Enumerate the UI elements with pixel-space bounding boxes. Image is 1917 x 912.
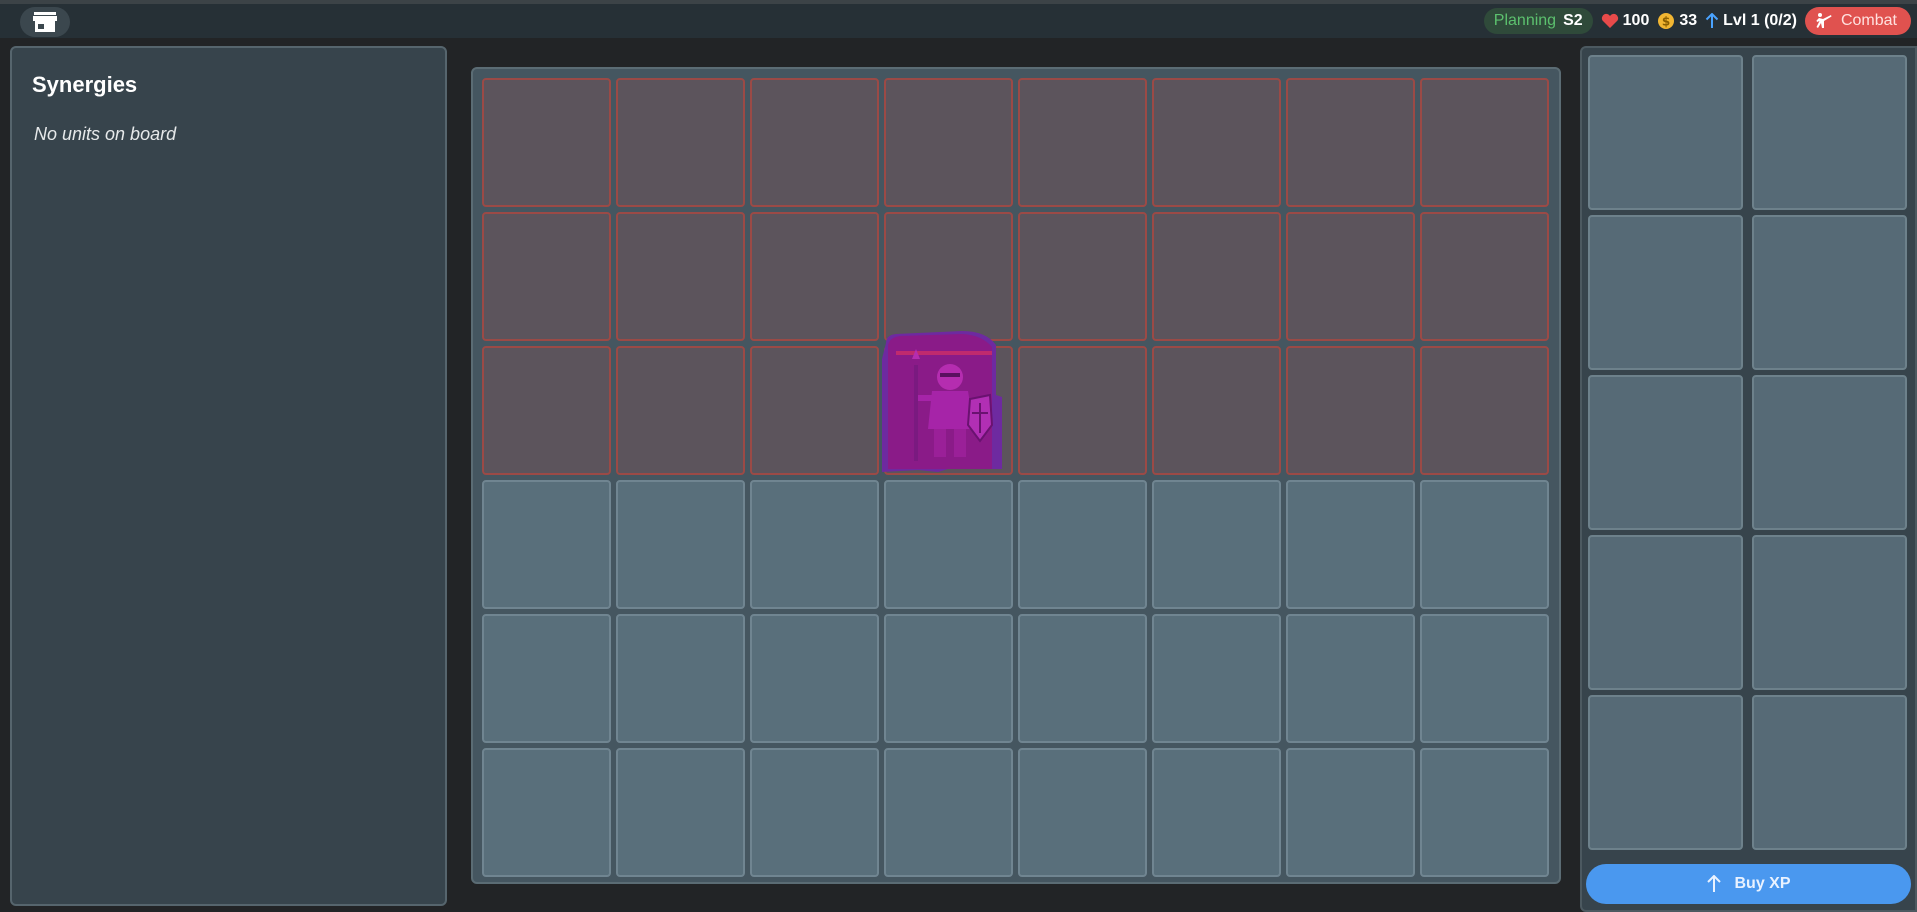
- enemy-cell[interactable]: [1152, 78, 1281, 207]
- ally-cell[interactable]: [1286, 480, 1415, 609]
- enemy-cell[interactable]: [1286, 212, 1415, 341]
- coin-icon: $: [1658, 13, 1675, 29]
- bench-slot[interactable]: [1588, 215, 1743, 370]
- enemy-cell[interactable]: [1018, 78, 1147, 207]
- status-bar: Planning S2 100 $ 33 Lvl 1 (0/2) Combat: [1483, 7, 1911, 35]
- fighter-icon: [1816, 13, 1832, 28]
- ally-cell[interactable]: [482, 614, 611, 743]
- ally-cell[interactable]: [1018, 748, 1147, 877]
- ally-cell[interactable]: [482, 748, 611, 877]
- ally-cell[interactable]: [1286, 614, 1415, 743]
- ally-cell[interactable]: [1018, 480, 1147, 609]
- bench-slot[interactable]: [1588, 55, 1743, 210]
- enemy-cell[interactable]: [1152, 212, 1281, 341]
- enemy-cell[interactable]: [482, 78, 611, 207]
- enemy-cell[interactable]: [884, 212, 1013, 341]
- enemy-cell[interactable]: [616, 346, 745, 475]
- svg-text:$: $: [1662, 15, 1670, 29]
- ally-cell[interactable]: [1420, 614, 1549, 743]
- bench-slot[interactable]: [1588, 535, 1743, 690]
- enemy-cell[interactable]: [482, 346, 611, 475]
- enemy-cell[interactable]: [1152, 346, 1281, 475]
- ally-cell[interactable]: [1152, 480, 1281, 609]
- combat-button[interactable]: Combat: [1804, 7, 1911, 35]
- enemy-cell[interactable]: [616, 78, 745, 207]
- store-icon: [33, 12, 57, 32]
- enemy-cell[interactable]: [1286, 78, 1415, 207]
- heart-icon: [1601, 13, 1618, 28]
- ally-cell[interactable]: [1018, 614, 1147, 743]
- ally-cell[interactable]: [1420, 480, 1549, 609]
- ally-cell[interactable]: [1152, 614, 1281, 743]
- combat-label: Combat: [1840, 12, 1897, 29]
- bench-slot[interactable]: [1752, 215, 1907, 370]
- synergies-panel: Synergies No units on board: [10, 46, 447, 906]
- enemy-cell[interactable]: [482, 212, 611, 341]
- stage-label: S2: [1563, 12, 1583, 29]
- ally-cell[interactable]: [1286, 748, 1415, 877]
- synergies-title: Synergies: [32, 72, 138, 97]
- enemy-cell[interactable]: [750, 78, 879, 207]
- level-stat: Lvl 1 (0/2): [1705, 12, 1797, 30]
- ally-cell[interactable]: [750, 614, 879, 743]
- ally-cell[interactable]: [616, 614, 745, 743]
- enemy-cell[interactable]: [1018, 346, 1147, 475]
- ally-cell[interactable]: [616, 480, 745, 609]
- gold-stat: $ 33: [1657, 12, 1697, 30]
- ally-cell[interactable]: [884, 748, 1013, 877]
- bench-slot[interactable]: [1752, 535, 1907, 690]
- synergies-empty-text: No units on board: [34, 124, 177, 144]
- enemy-cell[interactable]: [1420, 212, 1549, 341]
- knight-unit[interactable]: [882, 329, 1013, 472]
- ally-cell[interactable]: [616, 748, 745, 877]
- level-value: Lvl 1 (0/2): [1723, 12, 1797, 29]
- enemy-cell[interactable]: [1018, 212, 1147, 341]
- ally-cell[interactable]: [884, 480, 1013, 609]
- bench-slot[interactable]: [1752, 55, 1907, 210]
- arrow-up-icon: [1707, 875, 1722, 892]
- enemy-cell[interactable]: [750, 212, 879, 341]
- bench-slot[interactable]: [1588, 695, 1743, 850]
- ally-cell[interactable]: [1420, 748, 1549, 877]
- health-stat: 100: [1601, 12, 1650, 30]
- enemy-cell[interactable]: [1420, 78, 1549, 207]
- bench-slot[interactable]: [1752, 695, 1907, 850]
- enemy-cell[interactable]: [750, 346, 879, 475]
- top-bar: Planning S2 100 $ 33 Lvl 1 (0/2) Combat: [0, 0, 1917, 38]
- enemy-cell[interactable]: [616, 212, 745, 341]
- bench-slot[interactable]: [1588, 375, 1743, 530]
- bench-slot[interactable]: [1752, 375, 1907, 530]
- game-board: [471, 67, 1561, 884]
- ally-cell[interactable]: [750, 480, 879, 609]
- ally-cell[interactable]: [1152, 748, 1281, 877]
- bench-panel: Buy XP: [1580, 46, 1917, 912]
- enemy-cell[interactable]: [1420, 346, 1549, 475]
- knight-icon: [882, 331, 1002, 472]
- arrow-up-icon: [1705, 13, 1719, 28]
- enemy-cell[interactable]: [884, 78, 1013, 207]
- phase-badge: Planning S2: [1483, 8, 1593, 34]
- shop-button[interactable]: [20, 7, 70, 37]
- ally-cell[interactable]: [482, 480, 611, 609]
- buy-xp-label: Buy XP: [1734, 875, 1791, 892]
- phase-label: Planning: [1493, 12, 1557, 29]
- ally-cell[interactable]: [884, 614, 1013, 743]
- ally-cell[interactable]: [750, 748, 879, 877]
- gold-value: 33: [1679, 12, 1698, 29]
- enemy-cell[interactable]: [1286, 346, 1415, 475]
- buy-xp-button[interactable]: Buy XP: [1586, 864, 1911, 904]
- health-value: 100: [1622, 12, 1650, 29]
